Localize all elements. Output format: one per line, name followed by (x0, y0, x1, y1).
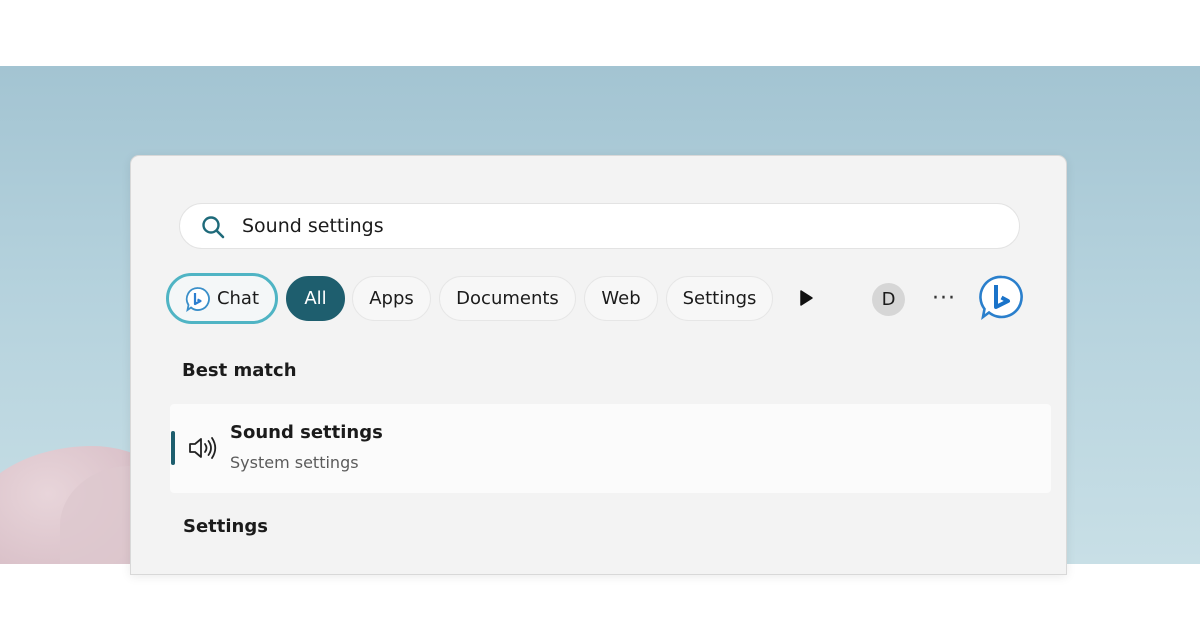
filter-apps-label: Apps (369, 288, 414, 309)
filter-web-label: Web (601, 288, 641, 309)
more-options-label: ··· (932, 285, 956, 311)
filter-chat-button[interactable]: Chat (166, 273, 278, 324)
result-subtitle: System settings (230, 453, 359, 472)
account-avatar[interactable]: D (872, 283, 905, 316)
filter-all-button[interactable]: All (286, 276, 345, 321)
more-filters-arrow-icon[interactable] (796, 288, 816, 308)
filter-bar: Chat All Apps Documents Web Settings D ·… (166, 273, 1036, 324)
filter-all-label: All (304, 288, 327, 309)
search-icon (202, 216, 225, 239)
filter-settings-label: Settings (682, 288, 757, 309)
selection-indicator (171, 431, 175, 465)
filter-settings-button[interactable]: Settings (666, 276, 773, 321)
result-title: Sound settings (230, 422, 383, 443)
settings-heading: Settings (183, 516, 268, 537)
best-match-result[interactable]: Sound settings System settings (170, 404, 1051, 493)
bing-chat-icon (185, 286, 210, 312)
more-options-button[interactable]: ··· (931, 283, 957, 313)
filter-chat-label: Chat (216, 288, 260, 309)
bing-icon[interactable] (978, 274, 1026, 322)
best-match-heading: Best match (182, 360, 297, 381)
filter-documents-button[interactable]: Documents (439, 276, 576, 321)
filter-web-button[interactable]: Web (584, 276, 658, 321)
search-query-text: Sound settings (242, 215, 384, 237)
filter-documents-label: Documents (456, 288, 559, 309)
speaker-icon (189, 437, 217, 459)
search-input[interactable]: Sound settings (179, 203, 1020, 249)
avatar-initial: D (881, 289, 896, 310)
filter-apps-button[interactable]: Apps (352, 276, 431, 321)
search-panel: Sound settings Chat All Apps Documents W… (130, 155, 1067, 575)
